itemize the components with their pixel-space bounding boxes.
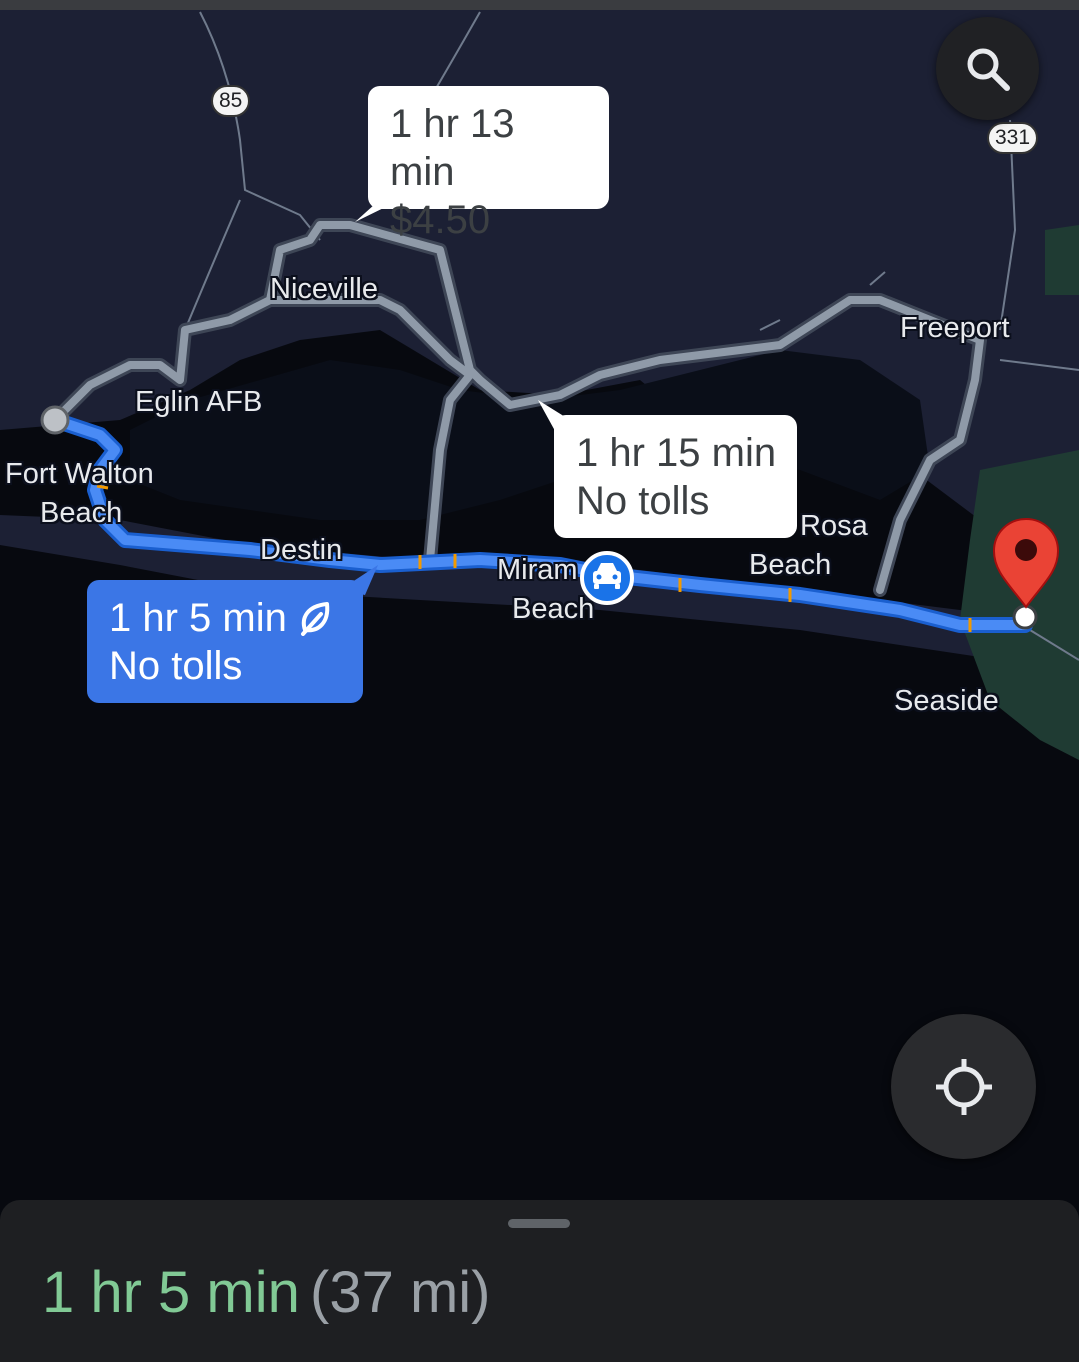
label-fort-walton-beach: Beach (40, 497, 123, 529)
route-tolls: No tolls (576, 479, 710, 523)
label-niceville: Niceville (270, 273, 378, 305)
label-seaside: Seaside (894, 685, 999, 717)
origin-marker[interactable] (40, 405, 70, 435)
route-bubble-primary[interactable]: 1 hr 5 min No tolls (87, 580, 363, 703)
recenter-button[interactable] (891, 1014, 1036, 1159)
label-destin: Destin (260, 534, 343, 566)
route-bubble-toll[interactable]: 1 hr 13 min $4.50 (368, 86, 609, 242)
label-miramar-beach: Beach (512, 593, 595, 625)
destination-dot (1012, 604, 1038, 630)
route-summary-sheet[interactable]: 1 hr 5 min (37 mi) (0, 1200, 1079, 1362)
sheet-drag-handle[interactable] (508, 1219, 570, 1228)
search-button[interactable] (936, 17, 1039, 120)
park-area-2 (1045, 225, 1079, 295)
route-time: 1 hr 15 min (576, 431, 777, 475)
highway-331-shield: 331 (987, 122, 1039, 154)
route-time: 1 hr 5 min (109, 596, 287, 640)
route-toll-cost: $4.50 (390, 198, 491, 242)
route-bubble-inland[interactable]: 1 hr 15 min No tolls (554, 415, 797, 538)
eta-time: 1 hr 5 min (42, 1260, 300, 1325)
route-time: 1 hr 13 min (390, 102, 515, 194)
status-bar-edge (0, 0, 1079, 10)
label-miramar: Miram (497, 554, 578, 586)
leaf-icon (300, 602, 330, 636)
label-eglin-afb: Eglin AFB (135, 386, 263, 418)
label-freeport: Freeport (900, 312, 1010, 344)
trip-distance: (37 mi) (310, 1260, 491, 1325)
label-rosa-beach: Beach (749, 549, 832, 581)
search-icon (967, 48, 1010, 91)
highway-85-shield: 85 (211, 85, 251, 117)
label-rosa: Rosa (800, 510, 868, 542)
my-location-icon (935, 1058, 992, 1115)
label-fort-walton: Fort Walton (5, 458, 154, 490)
destination-pin-hole (1015, 539, 1037, 561)
route-tolls: No tolls (109, 644, 243, 688)
